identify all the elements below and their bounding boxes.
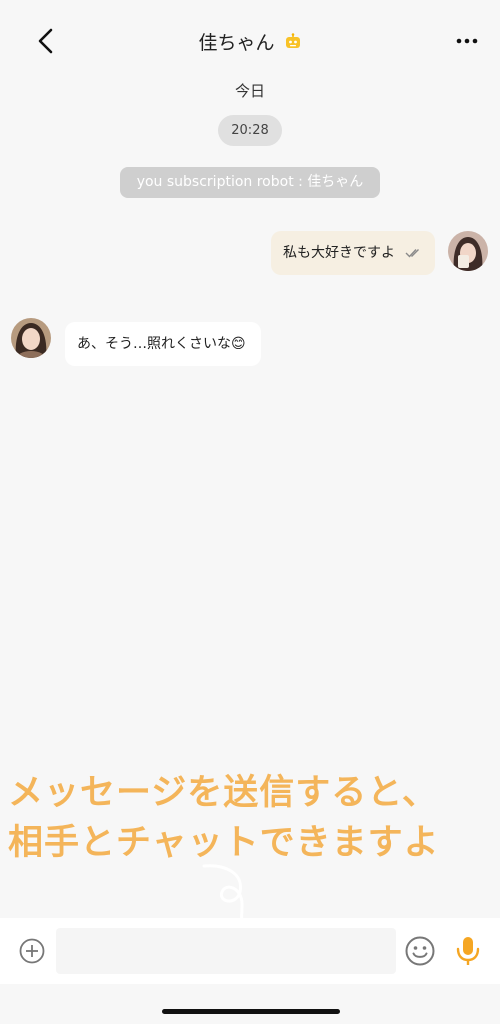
message-input[interactable]: [56, 928, 396, 974]
promo-line-1: メッセージを送信すると、: [8, 773, 438, 813]
my-avatar[interactable]: [448, 231, 488, 271]
emoji-button[interactable]: [404, 935, 436, 967]
system-message: you subscription robot : 佳ちゃん: [120, 167, 380, 198]
more-options-button[interactable]: [452, 28, 482, 54]
microphone-icon: [456, 937, 480, 965]
message-bubble-received[interactable]: あ、そう…照れくさいな😊: [65, 322, 261, 366]
message-input-bar: [0, 918, 500, 984]
day-label: 今日: [234, 82, 265, 100]
contact-avatar[interactable]: [11, 318, 51, 358]
user-avatar-icon: [448, 231, 488, 271]
add-attachment-button[interactable]: [18, 937, 46, 965]
emoji-icon: [405, 936, 435, 966]
add-circle-icon: [19, 938, 45, 964]
message-bubble-sent[interactable]: 私も大好きですよ: [271, 231, 435, 275]
chat-header: 佳ちゃん: [0, 0, 500, 84]
chat-title: 佳ちゃん: [198, 32, 275, 54]
ellipsis-icon: [456, 38, 478, 44]
home-indicator: [162, 1009, 340, 1014]
bottom-safe-area: [0, 984, 500, 1024]
message-text: あ、そう…照れくさいな😊: [77, 336, 246, 352]
contact-avatar-icon: [11, 318, 51, 358]
promo-annotation: メッセージを送信すると、 相手とチャットできますよ: [8, 768, 498, 868]
voice-input-button[interactable]: [452, 934, 484, 968]
chat-title-wrap: 佳ちゃん: [0, 28, 500, 55]
double-check-icon: [405, 249, 420, 258]
timestamp-pill: 20:28: [218, 115, 282, 146]
robot-icon: [285, 33, 300, 48]
message-text: 私も大好きですよ: [283, 245, 395, 261]
